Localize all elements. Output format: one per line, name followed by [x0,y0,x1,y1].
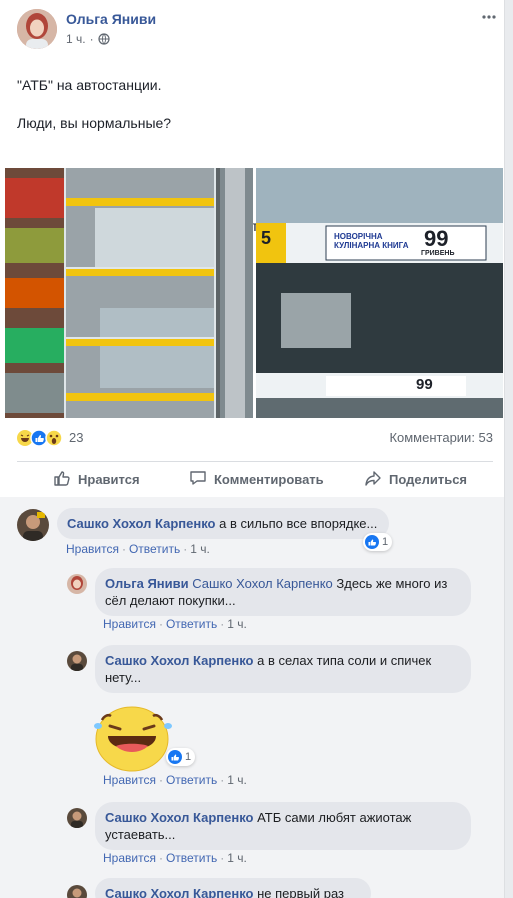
share-label: Поделиться [389,471,468,487]
comment-label: Комментировать [214,471,324,487]
share-button[interactable]: Поделиться [364,462,467,496]
like-label: Нравится [78,471,140,487]
comment-like-link[interactable]: Нравится [103,617,156,631]
comment-bubble: Сашко Хохол Карпенко а в сильпо все впор… [57,508,390,539]
comment-bubble: Сашко Хохол Карпенко АТБ сами любят ажио… [95,802,471,850]
comment-time[interactable]: 1 ч. [190,542,210,556]
comment-meta: Нравится · Ответить · 1 ч. [103,617,247,631]
comment-time[interactable]: 1 ч. [227,773,247,787]
comment-author[interactable]: Сашко Хохол Карпенко [105,810,253,825]
wow-icon [45,429,63,447]
photo-price-tags[interactable]: 5 НОВОРІЧНА КУЛІНАРНА КНИГА 99 ГРИВЕНЬ 9… [256,168,503,418]
comment-text: устаевать... [105,827,176,842]
comment-text: АТБ сами любят ажиотаж [253,810,412,825]
post-photos: 5 НОВОРІЧНА КУЛІНАРНА КНИГА 99 ГРИВЕНЬ 9… [5,168,503,418]
reaction-icons[interactable] [17,429,67,450]
comment-text: Здесь же много из [332,576,448,591]
comment-time[interactable]: 1 ч. [227,851,247,865]
comment-icon [189,469,214,490]
author-avatar[interactable] [17,9,57,49]
price-tag-currency: ГРИВЕНЬ [421,250,455,257]
sticker-like-count: 1 [185,751,192,763]
comment-reply-link[interactable]: Ответить [166,617,217,631]
like-icon [365,535,379,549]
post-meta: 1 ч. · [66,32,110,48]
post-card: Ольга Яниви 1 ч. · "АТБ" на автостанции. … [0,0,505,898]
comment-time[interactable]: 1 ч. [227,617,247,631]
comment-mention[interactable]: Сашко Хохол Карпенко [192,576,333,591]
like-button[interactable]: Нравится [53,462,140,496]
comment-text: а в селах типа соли и спичек [253,653,432,668]
reactions-count[interactable]: 23 [69,430,83,445]
comment-meta: Нравится · Ответить · 1 ч. [66,542,210,556]
comment-author[interactable]: Сашко Хохол Карпенко [105,653,253,668]
comment-author[interactable]: Ольга Яниви [105,576,189,591]
comment-like-count: 1 [382,536,389,548]
commenter-avatar[interactable] [67,651,87,671]
comment-reply-link[interactable]: Ответить [166,773,217,787]
price-tag-small: 5 [261,228,272,248]
share-icon [364,469,389,490]
laughing-sticker-icon[interactable] [92,702,174,772]
comment-meta: Нравится · Ответить · 1 ч. [103,851,247,865]
post-actions: Нравится Комментировать Поделиться [17,462,493,496]
comment-author[interactable]: Сашко Хохол Карпенко [67,516,215,531]
comment-text: не первый раз [253,886,345,898]
photo-shelves[interactable] [5,168,253,418]
comment-meta: Нравится · Ответить · 1 ч. [103,773,247,787]
globe-icon [97,33,110,48]
reactions-bar: 23 Комментарии: 53 [17,427,493,449]
sticker-like-badge[interactable]: 1 [166,748,196,766]
comment-author[interactable]: Сашко Хохол Карпенко [105,886,253,898]
comments-count[interactable]: Комментарии: 53 [389,430,493,445]
comment-reply-link[interactable]: Ответить [129,542,180,556]
price-tag-price: 99 [424,226,449,251]
comment-like-link[interactable]: Нравится [103,773,156,787]
comment-text: сёл делают покупки... [105,593,236,608]
comments-section: Сашко Хохол Карпенко а в сильпо все впор… [0,497,504,898]
post-time[interactable]: 1 ч. [66,32,86,46]
price-tag-price-bottom: 99 [416,376,433,393]
comment-text: а в сильпо все впорядке... [219,516,378,531]
comment-like-link[interactable]: Нравится [103,851,156,865]
comment-bubble: Сашко Хохол Карпенко не первый раз [95,878,371,898]
comment-text: нету... [105,670,142,685]
commenter-avatar[interactable] [67,808,87,828]
comment-bubble: Ольга Яниви Сашко Хохол Карпенко Здесь ж… [95,568,471,616]
comment-like-link[interactable]: Нравится [66,542,119,556]
meta-dot: · [89,32,94,46]
like-icon [168,750,182,764]
post-text-line: Люди, вы нормальные? [17,115,172,131]
post-text-line: "АТБ" на автостанции. [17,77,162,93]
commenter-avatar[interactable] [17,509,49,541]
price-tag-brand: НОВОРІЧНА КУЛІНАРНА КНИГА [334,232,409,250]
comment-bubble: Сашко Хохол Карпенко а в селах типа соли… [95,645,471,693]
post-header: Ольга Яниви 1 ч. · [17,9,497,49]
comment-like-badge[interactable]: 1 [363,533,393,551]
comment-button[interactable]: Комментировать [189,462,324,496]
commenter-avatar[interactable] [67,574,87,594]
post-author[interactable]: Ольга Яниви [66,11,156,27]
comment-reply-link[interactable]: Ответить [166,851,217,865]
more-options-icon[interactable] [481,9,497,30]
like-icon [30,429,48,447]
commenter-avatar[interactable] [67,885,87,898]
thumbs-up-icon [53,469,78,490]
